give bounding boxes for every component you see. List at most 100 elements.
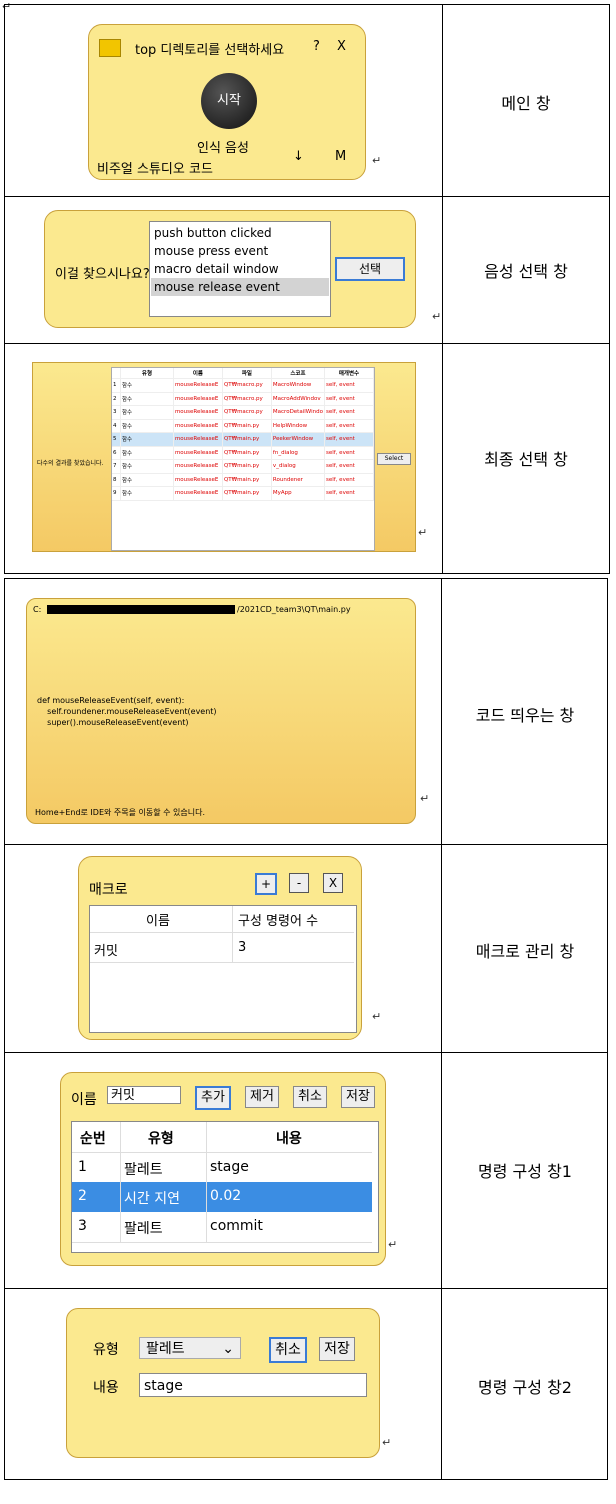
order-cell: 2 bbox=[78, 1188, 87, 1204]
column-header: 구성 명령어 수 bbox=[238, 914, 319, 929]
window-title: top 디렉토리를 선택하세요 bbox=[135, 43, 285, 58]
table-row[interactable]: 1 함수 mouseReleaseE QT₩macro.py MacroWindow se… bbox=[112, 378, 375, 393]
help-button[interactable]: ? bbox=[313, 39, 320, 54]
row-description: 명령 구성 창2 bbox=[478, 1378, 572, 1397]
row-number: 6 bbox=[112, 446, 122, 460]
cancel-button[interactable]: 취소 bbox=[269, 1337, 307, 1363]
table-row[interactable]: 7 함수 mouseReleaseE QT₩main.py v_dialog self, … bbox=[112, 459, 375, 474]
cell: self, event bbox=[324, 446, 375, 460]
cell: mouseReleaseE bbox=[173, 378, 223, 393]
cell: self, event bbox=[324, 473, 375, 487]
paragraph-mark: ↵ bbox=[418, 526, 428, 539]
macro-name-cell[interactable]: 커밋 bbox=[94, 940, 118, 959]
save-button[interactable]: 저장 bbox=[341, 1086, 375, 1108]
row-description: 메인 창 bbox=[501, 94, 551, 113]
order-cell: 3 bbox=[78, 1218, 87, 1234]
column-header: 파일 bbox=[222, 368, 272, 379]
cell: self, event bbox=[324, 486, 375, 501]
content-label: 내용 bbox=[93, 1380, 119, 1396]
cell: mouseReleaseE bbox=[173, 446, 223, 460]
redaction-bar bbox=[47, 605, 235, 614]
column-header: 내용 bbox=[276, 1131, 302, 1147]
row-description: 최종 선택 창 bbox=[484, 450, 568, 469]
list-item[interactable]: mouse release event bbox=[151, 278, 329, 296]
row-description: 음성 선택 창 bbox=[484, 262, 568, 281]
row-divider bbox=[4, 343, 610, 344]
table-row[interactable]: 5 함수 mouseReleaseE QT₩main.py PeekerWindow se… bbox=[112, 432, 375, 447]
column-divider bbox=[206, 1122, 207, 1242]
cell: self, event bbox=[324, 459, 375, 474]
cell: 함수 bbox=[120, 378, 174, 393]
column-header: 유형 bbox=[148, 1131, 174, 1147]
cell: MacroWindow bbox=[271, 378, 325, 393]
paragraph-mark: ↵ bbox=[420, 792, 430, 805]
list-item[interactable]: push button clicked bbox=[154, 224, 326, 242]
cell: QT₩main.py bbox=[222, 459, 272, 474]
row-description: 매크로 관리 창 bbox=[475, 942, 575, 961]
cell: QT₩main.py bbox=[222, 486, 272, 501]
result-label: 다수의 결과를 찾았습니다. bbox=[37, 460, 104, 467]
remove-button[interactable]: 제거 bbox=[245, 1086, 279, 1108]
column-divider bbox=[232, 906, 233, 962]
cancel-button[interactable]: 취소 bbox=[293, 1086, 327, 1108]
name-input[interactable]: 커밋 bbox=[107, 1086, 181, 1104]
cell: 함수 bbox=[120, 486, 174, 501]
row-number: 8 bbox=[112, 473, 122, 487]
macro-manage-window: 매크로 + - X 이름 구성 명령어 수 커밋 3 bbox=[78, 856, 362, 1040]
prompt-label: 이걸 찾으시나요? bbox=[55, 267, 150, 282]
down-arrow-icon[interactable]: ↓ bbox=[293, 149, 304, 164]
list-item[interactable]: mouse press event bbox=[154, 242, 326, 260]
cell: QT₩main.py bbox=[222, 473, 272, 487]
select-button[interactable]: 선택 bbox=[335, 257, 405, 281]
table-row[interactable]: 1 팔레트 stage bbox=[72, 1152, 372, 1183]
type-label: 유형 bbox=[93, 1342, 119, 1358]
close-button[interactable]: X bbox=[323, 873, 343, 893]
table-row[interactable]: 8 함수 mouseReleaseE QT₩main.py Roundener self,… bbox=[112, 473, 375, 487]
main-window: top 디렉토리를 선택하세요 ? X 시작 인식 음성 ↓ M 비주얼 스튜디… bbox=[88, 24, 366, 180]
column-header: 스코프 bbox=[271, 368, 325, 379]
table-row[interactable]: 3 함수 mouseReleaseE QT₩macro.py MacroDetailWi… bbox=[112, 405, 375, 420]
cell: QT₩macro.py bbox=[222, 405, 272, 420]
cell: MacroAddWindov bbox=[271, 392, 325, 406]
cell: mouseReleaseE bbox=[173, 405, 223, 420]
table-row[interactable]: 4 함수 mouseReleaseE QT₩main.py HelpWindow self… bbox=[112, 419, 375, 433]
table-row[interactable]: 9 함수 mouseReleaseE QT₩main.py MyApp self, eve… bbox=[112, 486, 375, 501]
row-description: 코드 띄우는 창 bbox=[475, 706, 575, 725]
cell: mouseReleaseE bbox=[173, 459, 223, 474]
type-select[interactable]: 팔레트 ⌄ bbox=[139, 1337, 241, 1359]
content-input[interactable]: stage bbox=[139, 1373, 367, 1397]
command-config-window-2: 유형 팔레트 ⌄ 취소 저장 내용 stage bbox=[66, 1308, 380, 1458]
row-number: 9 bbox=[112, 486, 122, 501]
option-list[interactable]: push button clicked mouse press event ma… bbox=[149, 221, 331, 317]
column-header: 순번 bbox=[80, 1131, 106, 1147]
cell: v_dialog bbox=[271, 459, 325, 474]
remove-button[interactable]: - bbox=[289, 873, 309, 893]
code-block: def mouseReleaseEvent(self, event): self… bbox=[37, 696, 217, 727]
cell: 함수 bbox=[120, 446, 174, 460]
save-button[interactable]: 저장 bbox=[319, 1337, 355, 1361]
cell: mouseReleaseE bbox=[173, 486, 223, 501]
content-cell: stage bbox=[210, 1159, 249, 1175]
table-row[interactable]: 2 함수 mouseReleaseE QT₩macro.py MacroAddWindo… bbox=[112, 392, 375, 406]
paragraph-mark: ↵ bbox=[372, 154, 382, 167]
macro-button[interactable]: M bbox=[335, 149, 346, 164]
cell: MacroDetailWindo bbox=[271, 405, 325, 420]
type-cell: 시간 지연 bbox=[124, 1191, 180, 1207]
folder-icon[interactable] bbox=[99, 39, 121, 57]
start-button[interactable]: 시작 bbox=[201, 73, 257, 129]
table-row[interactable]: 3 팔레트 commit bbox=[72, 1212, 372, 1243]
list-item[interactable]: macro detail window bbox=[154, 260, 326, 278]
close-button[interactable]: X bbox=[337, 39, 346, 54]
cell: mouseReleaseE bbox=[173, 432, 223, 447]
cell: 함수 bbox=[120, 392, 174, 406]
cell: 함수 bbox=[120, 473, 174, 487]
select-button[interactable]: Select bbox=[377, 453, 411, 465]
add-button[interactable]: + bbox=[255, 873, 277, 895]
row-divider bbox=[90, 962, 354, 963]
table-row[interactable]: 2 시간 지연 0.02 bbox=[72, 1182, 372, 1212]
add-button[interactable]: 추가 bbox=[195, 1086, 231, 1110]
row-number: 2 bbox=[112, 392, 122, 406]
cell: 함수 bbox=[120, 432, 174, 447]
row-number: 5 bbox=[112, 432, 122, 447]
table-row[interactable]: 6 함수 mouseReleaseE QT₩main.py fn_dialog self,… bbox=[112, 446, 375, 460]
